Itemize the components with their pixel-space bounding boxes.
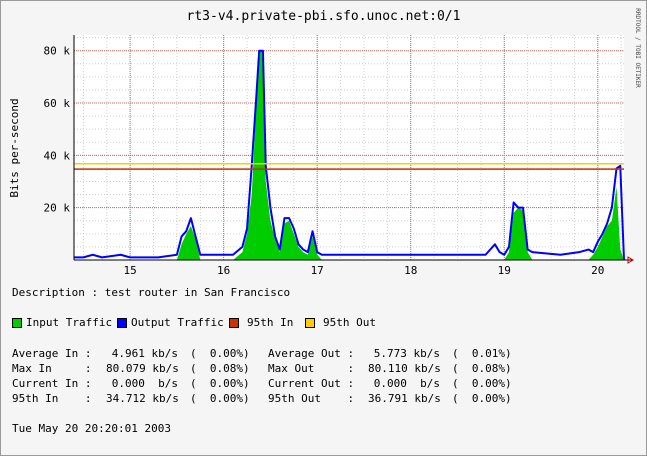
y-tick-label: 80 k (44, 45, 71, 58)
stat-label: Max In : (12, 362, 92, 375)
stat-label: Current In : (12, 377, 92, 390)
stat-percent: ( 0.00%) (452, 377, 512, 390)
x-tick-label: 20 (591, 264, 604, 277)
y-tick-label: 20 k (44, 202, 71, 215)
timestamp: Tue May 20 20:20:01 2003 (12, 422, 171, 435)
stat-label: Max Out : (268, 362, 355, 375)
legend-swatch-input (12, 318, 22, 328)
stat-percent: ( 0.08%) (190, 362, 250, 375)
stats-table: Average In : 4.961 kb/s ( 0.00%) Average Ou… (12, 346, 530, 406)
stat-percent: ( 0.01%) (452, 347, 512, 360)
stats-row-95th: 95th In : 34.712 kb/s ( 0.00%) 95th Out : 36… (12, 391, 530, 406)
stat-value: 36.791 kb/s (368, 392, 441, 405)
stat-label: Average Out : (268, 347, 355, 360)
stat-label: Average In : (12, 347, 92, 360)
stats-row-current: Current In : 0.000 b/s ( 0.00%) Current Out… (12, 376, 530, 391)
y-tick-label: 40 k (44, 149, 71, 162)
stat-percent: ( 0.00%) (190, 347, 250, 360)
stat-percent: ( 0.00%) (190, 377, 250, 390)
stat-value: 4.961 kb/s (111, 347, 178, 360)
legend-label-output: Output Traffic (131, 316, 224, 329)
y-tick-label: 60 k (44, 97, 71, 110)
legend-swatch-95th-out (305, 318, 315, 328)
legend-label-95th-out: 95th Out (323, 316, 376, 329)
stat-value: 34.712 kb/s (106, 392, 179, 405)
traffic-chart: 20 k 40 k 60 k 80 k 15 16 17 18 19 20 Bits per-sec… (8, 8, 641, 277)
stat-value: 5.773 kb/s (373, 347, 440, 360)
x-tick-label: 17 (311, 264, 324, 277)
legend-label-input: Input Traffic (26, 316, 113, 329)
stats-row-max: Max In : 80.079 kb/s ( 0.08%) Max Out : 80.1… (12, 361, 530, 376)
stat-percent: ( 0.00%) (190, 392, 250, 405)
y-axis-label: Bits per-second (8, 98, 21, 197)
description: Description : test router in San Francis… (12, 286, 291, 299)
legend-swatch-95th-in (229, 318, 239, 328)
x-tick-label: 16 (217, 264, 230, 277)
chart-title: rt3-v4.private-pbi.sfo.unoc.net:0/1 (186, 9, 461, 24)
stat-percent: ( 0.00%) (452, 392, 512, 405)
stat-label: 95th Out : (268, 392, 355, 405)
stat-label: Current Out : (268, 377, 355, 390)
plot-area (74, 35, 624, 260)
legend-swatch-output (117, 318, 127, 328)
stat-percent: ( 0.08%) (452, 362, 512, 375)
stat-value: 0.000 b/s (373, 377, 440, 390)
stats-row-average: Average In : 4.961 kb/s ( 0.00%) Average Ou… (12, 346, 530, 361)
stat-value: 80.110 kb/s (368, 362, 441, 375)
stat-value: 80.079 kb/s (106, 362, 179, 375)
x-tick-label: 15 (123, 264, 136, 277)
x-tick-label: 19 (498, 264, 511, 277)
stat-value: 0.000 b/s (111, 377, 178, 390)
legend-label-95th-in: 95th In (247, 316, 294, 329)
stat-label: 95th In : (12, 392, 92, 405)
x-tick-label: 18 (404, 264, 417, 277)
